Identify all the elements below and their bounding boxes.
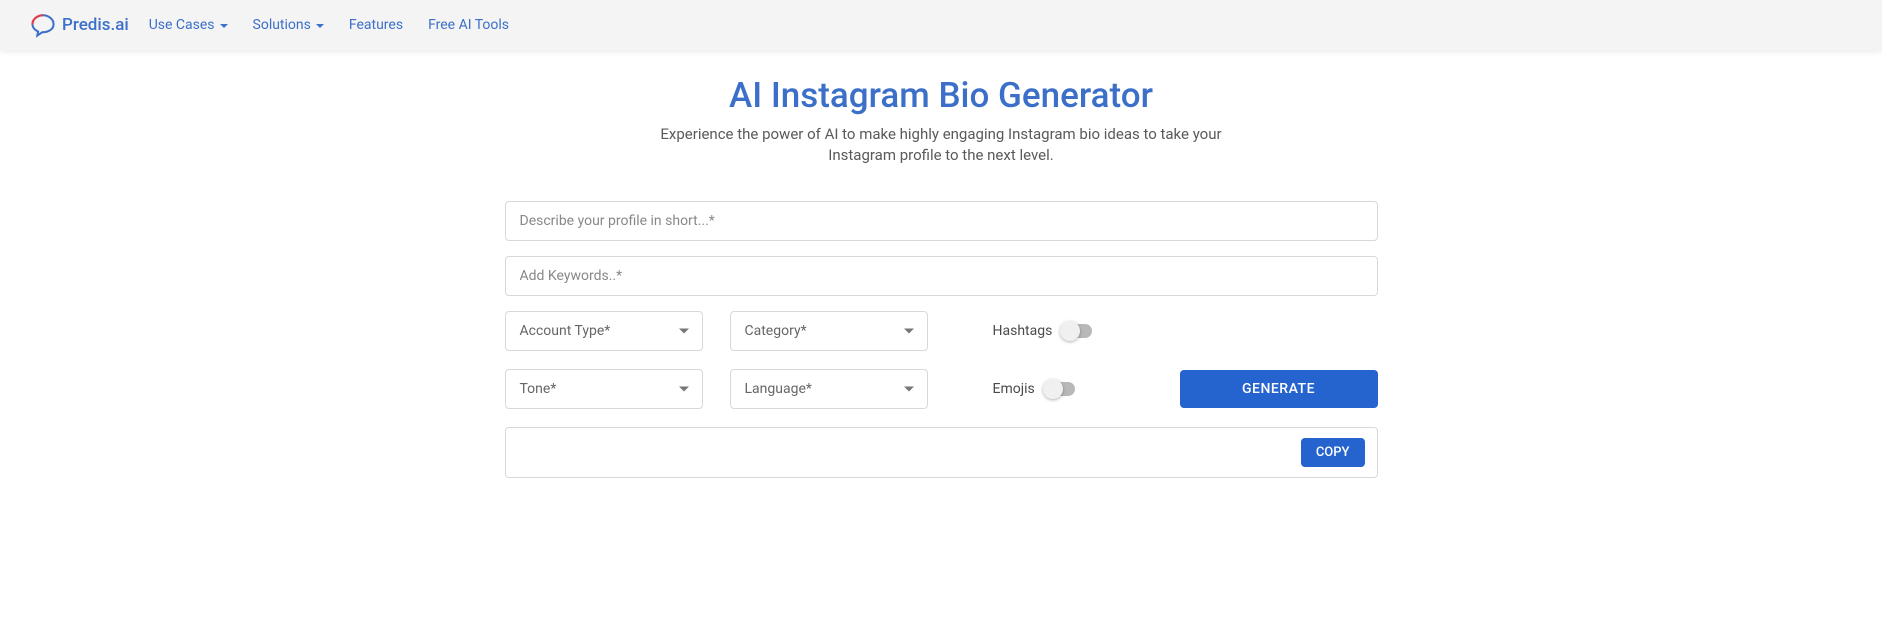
emojis-toggle-group: Emojis	[993, 381, 1075, 397]
category-select[interactable]: Category*	[730, 311, 928, 351]
category-select-wrapper: Category*	[730, 311, 928, 351]
nav-use-cases[interactable]: Use Cases	[149, 17, 228, 33]
hashtags-toggle[interactable]	[1062, 324, 1092, 338]
caret-down-icon	[316, 24, 324, 28]
nav-label: Solutions	[253, 17, 311, 33]
nav: Use Cases Solutions Features Free AI Too…	[149, 17, 509, 33]
account-type-select-wrapper: Account Type*	[505, 311, 703, 351]
hashtags-label: Hashtags	[993, 323, 1053, 339]
toggle-knob	[1060, 321, 1080, 341]
nav-solutions[interactable]: Solutions	[253, 17, 324, 33]
keywords-input[interactable]	[505, 256, 1378, 296]
form-container: Account Type* Category* Hashtags Tone* L…	[505, 201, 1378, 478]
main: AI Instagram Bio Generator Experience th…	[441, 50, 1441, 503]
emojis-toggle[interactable]	[1045, 382, 1075, 396]
nav-free-ai-tools[interactable]: Free AI Tools	[428, 17, 509, 33]
nav-features[interactable]: Features	[349, 17, 403, 33]
toggle-knob	[1043, 379, 1063, 399]
nav-label: Use Cases	[149, 17, 215, 33]
logo-text: Predis.ai	[62, 15, 129, 35]
nav-label: Free AI Tools	[428, 17, 509, 33]
controls-row-2: Tone* Language* Emojis GENERATE	[505, 369, 1378, 409]
output-container: COPY	[505, 427, 1378, 478]
hashtags-toggle-group: Hashtags	[993, 323, 1093, 339]
controls-row-1: Account Type* Category* Hashtags	[505, 311, 1378, 351]
account-type-select[interactable]: Account Type*	[505, 311, 703, 351]
describe-input[interactable]	[505, 201, 1378, 241]
tone-select-wrapper: Tone*	[505, 369, 703, 409]
logo[interactable]: Predis.ai	[30, 12, 129, 38]
page-subtitle: Experience the power of AI to make highl…	[641, 124, 1241, 166]
caret-down-icon	[220, 24, 228, 28]
emojis-label: Emojis	[993, 381, 1035, 397]
copy-button[interactable]: COPY	[1301, 438, 1365, 467]
header: Predis.ai Use Cases Solutions Features F…	[0, 0, 1882, 50]
tone-select[interactable]: Tone*	[505, 369, 703, 409]
language-select[interactable]: Language*	[730, 369, 928, 409]
language-select-wrapper: Language*	[730, 369, 928, 409]
generate-button[interactable]: GENERATE	[1180, 370, 1378, 408]
page-title: AI Instagram Bio Generator	[461, 75, 1421, 116]
logo-icon	[30, 12, 56, 38]
nav-label: Features	[349, 17, 403, 33]
